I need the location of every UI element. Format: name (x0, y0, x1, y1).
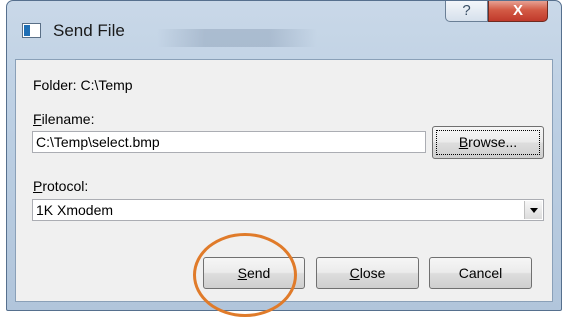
close-button[interactable]: Close (316, 257, 419, 289)
protocol-selected-value: 1K Xmodem (36, 202, 114, 218)
window-title: Send File (53, 21, 125, 40)
filename-label: Filename: (33, 111, 95, 127)
send-button-label: Send (237, 265, 271, 281)
close-button-label: Close (349, 265, 386, 281)
dialog-body: Folder: C:\Temp Filename: C:\Temp\select… (15, 59, 553, 302)
window-icon (22, 23, 41, 38)
send-file-dialog: Send File ? X Folder: C:\Temp Filename: … (6, 0, 562, 311)
close-icon: X (512, 2, 523, 19)
filename-value: C:\Temp\select.bmp (36, 134, 160, 150)
focus-rectangle (436, 130, 540, 155)
cancel-button-label: Cancel (458, 265, 503, 281)
chevron-down-icon[interactable] (524, 201, 542, 219)
protocol-select[interactable]: 1K Xmodem (32, 199, 544, 221)
protocol-label: Protocol: (33, 178, 89, 194)
help-button[interactable]: ? (445, 1, 488, 22)
send-button[interactable]: Send (203, 257, 305, 289)
folder-row: Folder: C:\Temp (33, 77, 133, 93)
folder-label: Folder: (33, 77, 77, 93)
browse-button[interactable]: Browse... (432, 126, 544, 159)
close-window-button[interactable]: X (488, 1, 548, 22)
help-icon: ? (462, 2, 471, 19)
cancel-button[interactable]: Cancel (429, 257, 532, 289)
folder-value: C:\Temp (80, 77, 133, 93)
title-bar-blur (157, 29, 317, 47)
filename-input[interactable]: C:\Temp\select.bmp (32, 131, 426, 153)
